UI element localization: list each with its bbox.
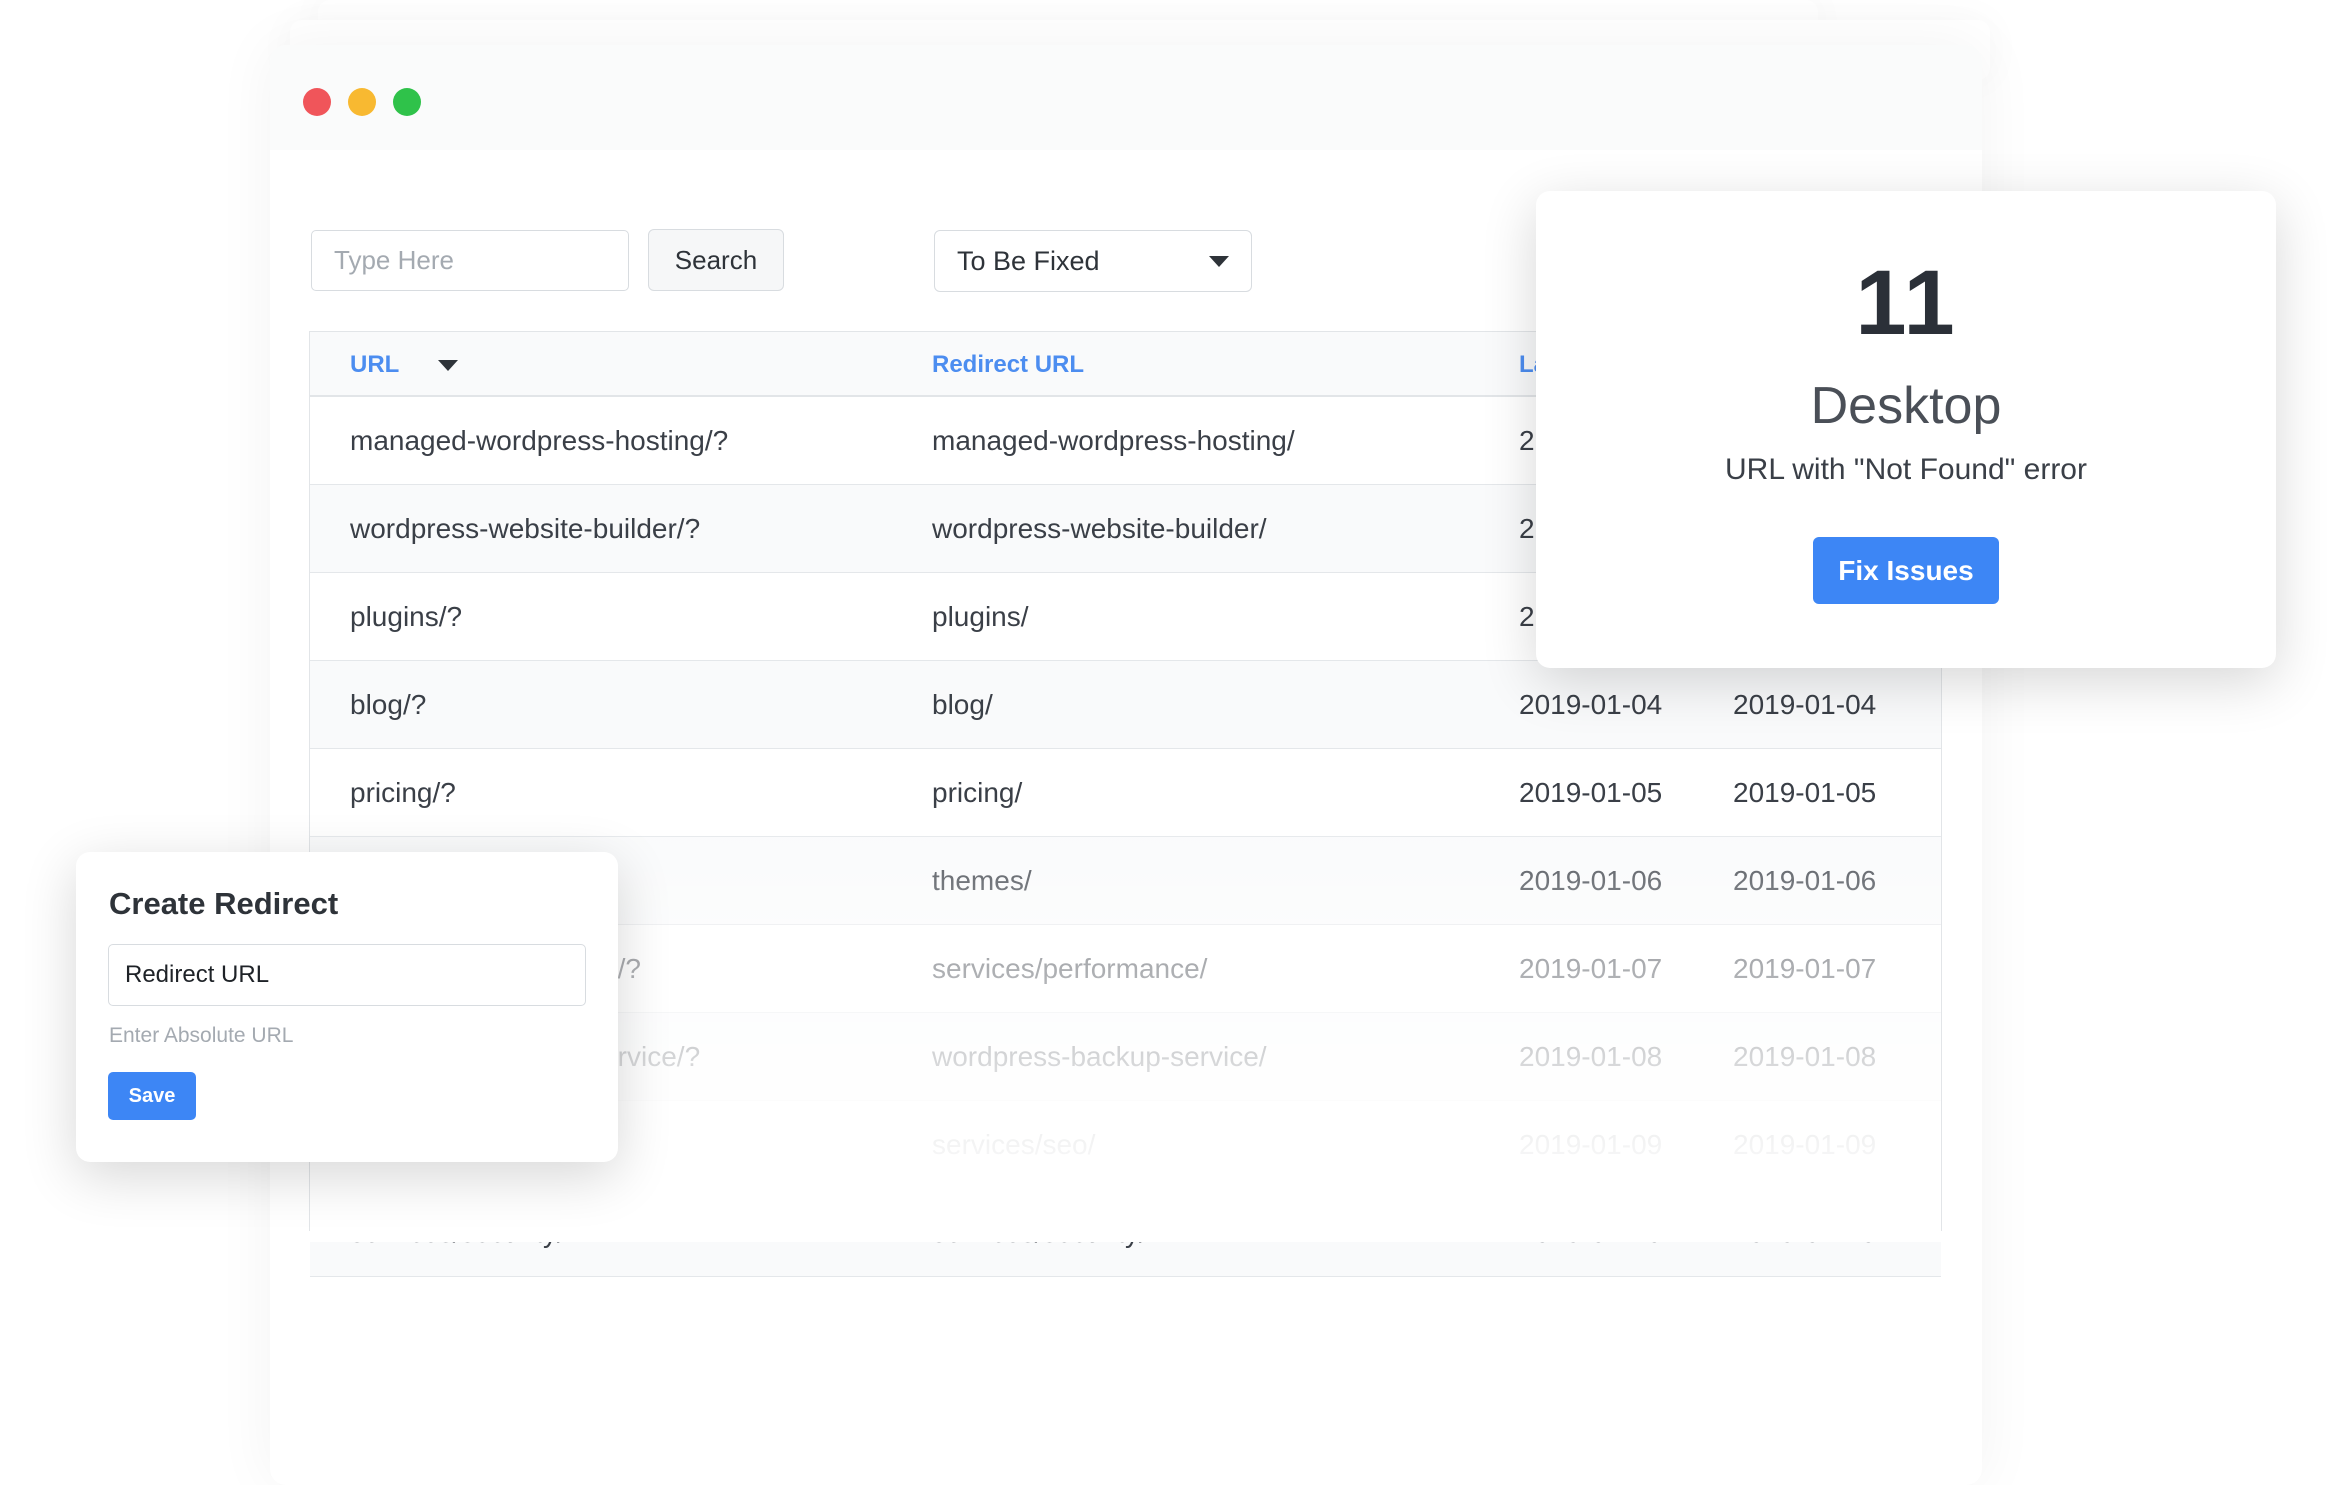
redirect-url-cell: managed-wordpress-hosting/ — [932, 425, 1295, 456]
create-redirect-card: Create Redirect Enter Absolute URL Save — [76, 852, 618, 1162]
date-cell: 2 — [1519, 601, 1535, 632]
date-cell: 2019-01-10 — [1519, 1217, 1663, 1248]
redirect-url-cell: wordpress-backup-service/ — [932, 1041, 1267, 1072]
fix-issues-button[interactable]: Fix Issues — [1813, 537, 1999, 604]
date-cell: 2019-01-04 — [1519, 689, 1663, 720]
table-row[interactable]: pricing/? pricing/2019-01-05 2019-01-05 — [310, 749, 1941, 837]
window-titlebar — [270, 45, 1982, 150]
search-input[interactable] — [311, 230, 629, 291]
date-cell: 2 — [1519, 513, 1535, 544]
redirect-url-cell: pricing/ — [932, 777, 1023, 808]
date-cell: 2019-01-08 — [1519, 1041, 1663, 1072]
status-filter-value: To Be Fixed — [957, 245, 1100, 276]
maximize-window-dot[interactable] — [393, 88, 421, 116]
stage: Search To Be Fixed URL Redirect URL La m… — [0, 0, 2352, 1485]
date-cell: 2 — [1519, 425, 1535, 456]
redirect-url-cell: plugins/ — [932, 601, 1029, 632]
date-cell: 2019-01-06 — [1519, 865, 1663, 896]
redirect-url-cell: themes/ — [932, 865, 1032, 896]
column-header-redirect-url[interactable]: Redirect URL — [932, 332, 1084, 397]
date-cell: 2019-01-05 — [1519, 777, 1663, 808]
redirect-url-cell: wordpress-website-builder/ — [932, 513, 1267, 544]
redirect-url-hint: Enter Absolute URL — [109, 1024, 294, 1047]
column-header-url[interactable]: URL — [350, 332, 399, 397]
chevron-down-icon — [1209, 255, 1229, 267]
close-window-dot[interactable] — [303, 88, 331, 116]
table-row[interactable]: services/security/? services/security/201… — [310, 1189, 1941, 1277]
error-description: URL with "Not Found" error — [1725, 453, 2087, 486]
date-cell: 2019-01-04 — [1733, 689, 1877, 720]
sort-down-icon[interactable] — [438, 360, 458, 371]
redirect-url-cell: services/seo/ — [932, 1129, 1096, 1160]
minimize-window-dot[interactable] — [348, 88, 376, 116]
url-cell: managed-wordpress-hosting/? — [350, 425, 729, 456]
date-cell: 2019-01-09 — [1733, 1129, 1877, 1160]
search-button[interactable]: Search — [648, 229, 784, 291]
device-label: Desktop — [1810, 377, 2002, 435]
table-row[interactable]: blog/? blog/2019-01-04 2019-01-04 — [310, 661, 1941, 749]
create-redirect-title: Create Redirect — [109, 886, 339, 921]
url-cell: pricing/? — [350, 777, 456, 808]
redirect-url-cell: services/performance/ — [932, 953, 1208, 984]
save-button[interactable]: Save — [108, 1072, 196, 1120]
date-cell: 2019-01-06 — [1733, 865, 1877, 896]
redirect-url-cell: blog/ — [932, 689, 993, 720]
date-cell: 2019-01-05 — [1733, 777, 1877, 808]
date-cell: 2019-01-10 — [1733, 1217, 1877, 1248]
date-cell: 2019-01-08 — [1733, 1041, 1877, 1072]
url-cell: wordpress-website-builder/? — [350, 513, 701, 544]
not-found-stats-card: 11 Desktop URL with "Not Found" error Fi… — [1536, 191, 2276, 668]
url-cell: services/security/? — [350, 1217, 581, 1248]
date-cell: 2019-01-09 — [1519, 1129, 1663, 1160]
date-cell: 2019-01-07 — [1733, 953, 1877, 984]
redirect-url-field[interactable] — [108, 944, 586, 1006]
error-count: 11 — [1855, 252, 1957, 354]
url-cell: plugins/? — [350, 601, 463, 632]
url-cell: blog/? — [350, 689, 427, 720]
status-filter-select[interactable]: To Be Fixed — [934, 230, 1252, 292]
date-cell: 2019-01-07 — [1519, 953, 1663, 984]
redirect-url-cell: services/security/ — [932, 1217, 1147, 1248]
